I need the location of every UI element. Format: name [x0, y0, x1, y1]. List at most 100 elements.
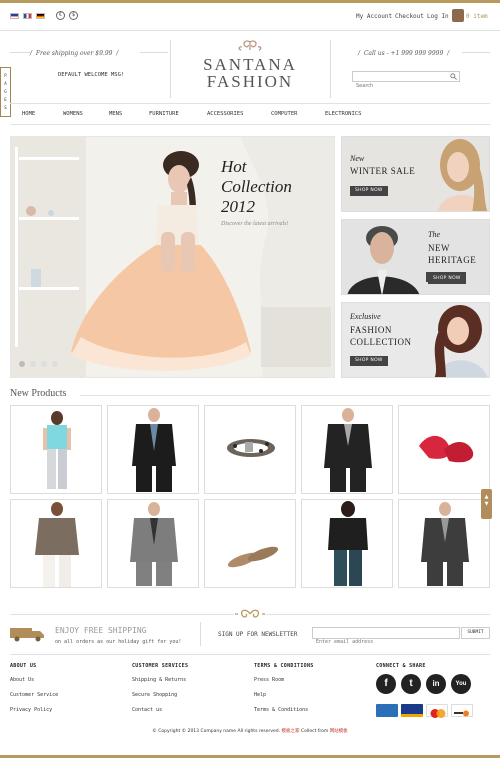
flag-fr-icon[interactable]: [23, 13, 32, 19]
shop-now-button[interactable]: SHOP NOW: [428, 274, 466, 284]
hero-slider[interactable]: Hot Collection 2012 Discover the latest ar…: [10, 136, 335, 378]
shipping-promo: / Free shipping over $9.99 /: [30, 50, 119, 57]
login-link[interactable]: Log In: [427, 13, 449, 20]
product-image: [132, 408, 176, 492]
newsletter-submit-button[interactable]: SUBMIT: [461, 627, 490, 639]
search-icon[interactable]: [450, 73, 457, 80]
footer-terms-heading: TERMS & CONDITIONS: [254, 663, 314, 669]
nav-electronics[interactable]: ELECTRONICS: [325, 111, 361, 117]
flag-de-icon[interactable]: [36, 13, 45, 19]
my-account-link[interactable]: My Account: [356, 13, 392, 20]
copyright-text: © Copyright © 2013 Company name All righ…: [152, 729, 348, 734]
product-image: [421, 502, 469, 586]
slider-dot[interactable]: [19, 361, 25, 367]
call-us-text: / Call us - +1 999 999 9999 /: [358, 50, 450, 57]
promo-fashion-collection[interactable]: Exclusive FASHION COLLECTION SHOP NOW: [341, 302, 490, 378]
main-nav: HOME WOMENS MENS FURNITURE ACCESSORIES C…: [10, 103, 490, 125]
product-image: [328, 501, 368, 586]
footer-link[interactable]: Privacy Policy: [10, 707, 52, 713]
newsletter-label: SIGN UP FOR NEWSLETTER: [218, 631, 298, 638]
footer-about-heading: ABOUT US: [10, 663, 37, 669]
brand-logo-line2[interactable]: FASHION: [170, 72, 330, 92]
divider: [200, 622, 201, 646]
footer-link[interactable]: Terms & Conditions: [254, 707, 308, 713]
welcome-message: DEFAULT WELCOME MSG!: [58, 72, 125, 78]
amex-card-icon: [376, 704, 398, 717]
footer-link[interactable]: About Us: [10, 677, 34, 683]
mastercard-icon: [426, 704, 448, 718]
footer-link[interactable]: Shipping & Returns: [132, 677, 186, 683]
slider-dot[interactable]: [52, 361, 58, 367]
flag-en-icon[interactable]: [10, 13, 19, 19]
product-card[interactable]: [398, 499, 490, 588]
footer-link[interactable]: Secure Shopping: [132, 692, 177, 698]
nav-mens[interactable]: MENS: [109, 111, 122, 117]
checkout-link[interactable]: Checkout: [395, 13, 424, 20]
footer-connect-heading: CONNECT & SHARE: [376, 663, 426, 669]
promo-heading: NEW: [428, 243, 450, 253]
footer-link[interactable]: Contact us: [132, 707, 162, 713]
currency-euro-icon[interactable]: €: [56, 11, 65, 20]
divider: [330, 40, 331, 98]
template-home-link[interactable]: 模板之家: [282, 729, 300, 734]
product-image: [43, 411, 71, 489]
nav-home[interactable]: HOME: [22, 111, 35, 117]
scroll-to-top-button[interactable]: ▲ ▼: [481, 489, 492, 519]
visa-card-icon: [401, 704, 423, 717]
slider-dots: [19, 352, 63, 371]
ornament-icon: [234, 606, 266, 622]
slider-dot[interactable]: [41, 361, 47, 367]
nav-accessories[interactable]: ACCESSORIES: [207, 111, 243, 117]
promo-heading: WINTER SALE: [350, 166, 416, 176]
shop-now-button[interactable]: SHOP NOW: [350, 356, 388, 366]
promo-winter-sale[interactable]: New WINTER SALE SHOP NOW: [341, 136, 490, 212]
product-image: [227, 439, 275, 457]
divider: [10, 654, 490, 655]
twitter-icon[interactable]: t: [401, 674, 421, 694]
footer-link[interactable]: Press Room: [254, 677, 284, 683]
discover-card-icon: [451, 704, 473, 717]
divider: [170, 40, 171, 98]
product-card[interactable]: [107, 405, 199, 494]
product-image: [35, 502, 79, 587]
nav-womens[interactable]: WOMENS: [63, 111, 83, 117]
promo-lead: The: [428, 230, 440, 239]
utility-bar: € $ My Account Checkout Log In 0 item: [10, 9, 490, 24]
hero-title: Hot Collection 2012: [221, 157, 292, 216]
product-card[interactable]: [10, 405, 102, 494]
cart-bag-icon[interactable]: [452, 9, 464, 22]
truck-icon: [10, 628, 44, 642]
product-card[interactable]: [204, 405, 296, 494]
footer-link[interactable]: Help: [254, 692, 266, 698]
top-accent-bar: [0, 0, 500, 3]
slider-dot[interactable]: [30, 361, 36, 367]
currency-dollar-icon[interactable]: $: [69, 11, 78, 20]
nav-computer[interactable]: COMPUTER: [271, 111, 298, 117]
logo-ornament-icon: [238, 40, 262, 51]
linkedin-icon[interactable]: in: [426, 674, 446, 694]
cart-count-link[interactable]: 0 item: [466, 13, 488, 20]
search-box: [352, 71, 460, 91]
search-input[interactable]: [353, 81, 445, 91]
facebook-icon[interactable]: f: [376, 674, 396, 694]
newsletter-email-input[interactable]: [313, 637, 457, 647]
promo-heading: COLLECTION: [350, 337, 412, 347]
shop-now-button[interactable]: SHOP NOW: [350, 186, 388, 196]
divider: [0, 30, 500, 31]
free-shipping-subtitle: on all orders as our holiday gift for yo…: [55, 639, 182, 645]
promo-lead: New: [350, 154, 365, 163]
promo-new-heritage[interactable]: The NEW HERITAGE SHOP NOW: [341, 219, 490, 295]
hero-subtitle: Discover the latest arrivals!: [221, 221, 289, 227]
product-image: [419, 435, 474, 463]
product-card[interactable]: [10, 499, 102, 588]
product-card[interactable]: [301, 499, 393, 588]
nav-furniture[interactable]: FURNITURE: [149, 111, 179, 117]
product-card[interactable]: [107, 499, 199, 588]
product-card[interactable]: [301, 405, 393, 494]
youtube-icon[interactable]: You: [451, 674, 471, 694]
product-card[interactable]: [398, 405, 490, 494]
site-template-link[interactable]: 网站模板: [330, 729, 348, 734]
product-image: [130, 502, 178, 586]
footer-link[interactable]: Customer Service: [10, 692, 58, 698]
product-card[interactable]: [204, 499, 296, 588]
